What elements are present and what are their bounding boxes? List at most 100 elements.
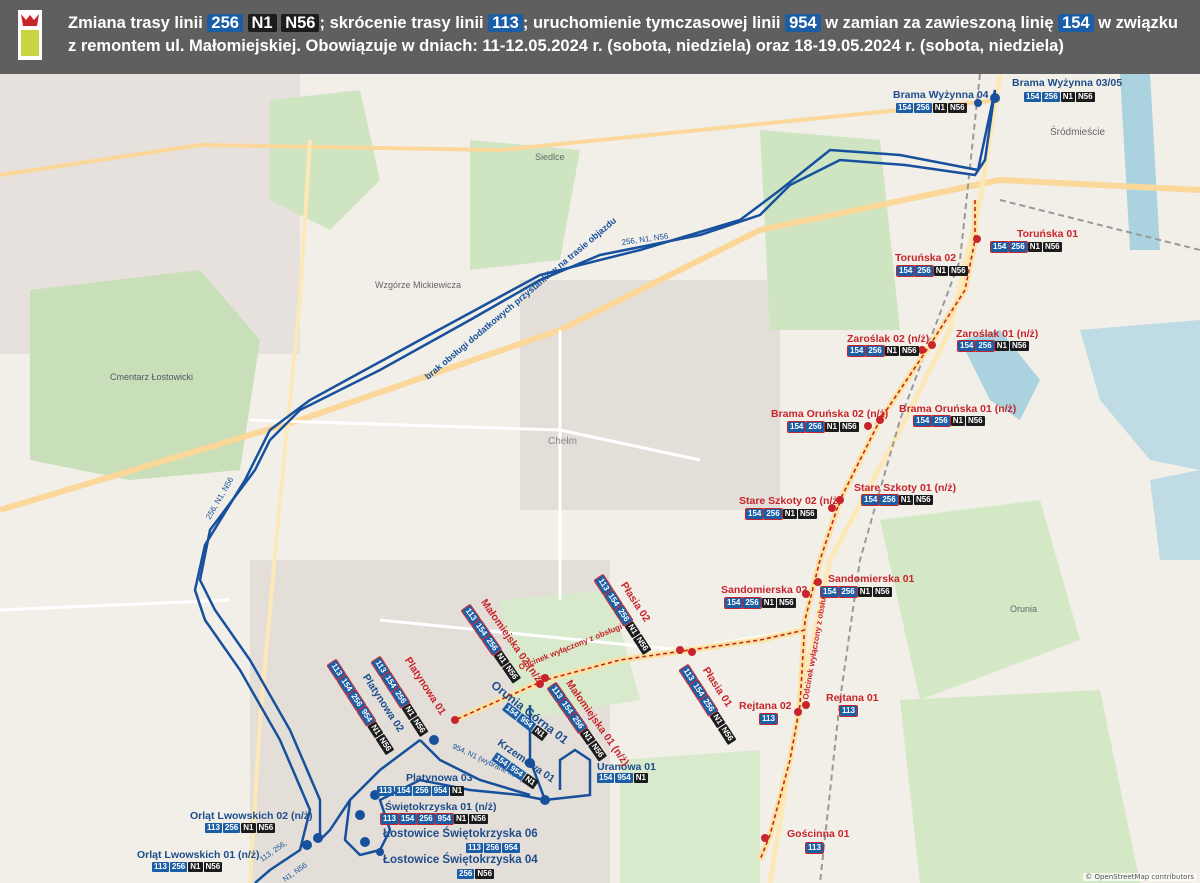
line-chip-256: 256 xyxy=(805,421,825,433)
stop-lostowice-06[interactable]: Łostowice Świętokrzyska 06 xyxy=(383,828,538,840)
line-chip-256: 256 xyxy=(914,265,934,277)
header-banner: Zmiana trasy linii 256 N1 N56; skrócenie… xyxy=(0,0,1200,74)
line-chip-113: 113 xyxy=(380,813,399,825)
line-chip-n1: N1 xyxy=(1060,92,1075,102)
line-chip-256: 256 xyxy=(914,103,932,113)
line-chip-954: 954 xyxy=(434,813,455,825)
line-chip-113: 113 xyxy=(466,843,483,853)
chips-rejtana-01: 113 xyxy=(839,705,858,717)
stop-orlat-02[interactable]: Orląt Lwowskich 02 (n/ż) xyxy=(190,810,313,822)
stop-rejtana-02[interactable]: Rejtana 02 xyxy=(739,700,792,712)
chips-brama-wyzynna-03-05: 154 256 N1 N56 xyxy=(1024,92,1095,102)
line-chip-n56: N56 xyxy=(469,814,488,824)
line-chip-113: 113 xyxy=(205,823,222,833)
line-chip-154: 154 xyxy=(397,813,418,825)
line-chip-113: 113 xyxy=(759,713,778,725)
chips-orlat-01: 113 256 N1 N56 xyxy=(152,862,223,872)
header-title-text: Zmiana trasy linii xyxy=(68,14,208,32)
chips-swietokrzyska-01: 113 154 256 954 N1 N56 xyxy=(380,813,488,825)
line-chip-154: 154 xyxy=(956,340,977,352)
chips-brama-orunska-01: 154 256 N1 N56 xyxy=(912,415,985,427)
stop-brama-orunska-02[interactable]: Brama Oruńska 02 (n/ż) xyxy=(771,408,888,420)
stop-sandomierska-02[interactable]: Sandomierska 02 xyxy=(721,584,807,596)
line-chip-n56: N56 xyxy=(776,598,796,608)
line-badge-154: 154 xyxy=(1058,14,1094,32)
line-chip-n56: N56 xyxy=(1042,242,1062,252)
line-chip-154: 154 xyxy=(819,586,840,598)
place-wzgorze: Wzgórze Mickiewicza xyxy=(375,280,461,290)
stop-lostowice-04[interactable]: Łostowice Świętokrzyska 04 xyxy=(383,854,538,866)
line-chip-256: 256 xyxy=(1008,241,1028,253)
stop-orlat-01[interactable]: Orląt Lwowskich 01 (n/ż) xyxy=(137,849,260,861)
line-chip-154: 154 xyxy=(1024,92,1042,102)
line-chip-154: 154 xyxy=(896,103,914,113)
line-chip-154: 154 xyxy=(597,773,615,783)
chips-brama-wyzynna-04: 154 256 N1 N56 xyxy=(896,103,967,113)
line-chip-954: 954 xyxy=(615,773,633,783)
line-chip-256: 256 xyxy=(742,597,762,609)
line-chip-256: 256 xyxy=(1042,92,1060,102)
header-title-text: w zamian za zawieszoną linię xyxy=(820,14,1059,32)
line-chip-154: 154 xyxy=(394,786,413,796)
line-chip-n56: N56 xyxy=(1009,341,1029,351)
line-chip-113: 113 xyxy=(805,842,824,854)
line-chip-n56: N56 xyxy=(899,346,919,356)
line-chip-n56: N56 xyxy=(948,266,968,276)
line-chip-n56: N56 xyxy=(1075,92,1095,102)
line-chip-154: 154 xyxy=(786,421,807,433)
line-chip-256: 256 xyxy=(416,813,436,825)
stop-brama-orunska-01[interactable]: Brama Oruńska 01 (n/ż) xyxy=(899,403,1016,415)
stop-swietokrzyska-01[interactable]: Świętokrzyska 01 (n/ż) xyxy=(385,801,496,813)
place-chelm: Chełm xyxy=(548,436,577,447)
line-chip-954: 954 xyxy=(502,843,520,853)
stop-torunska-01[interactable]: Toruńska 01 xyxy=(1017,228,1078,240)
line-chip-n1: N1 xyxy=(857,587,872,597)
line-chip-n56: N56 xyxy=(965,416,985,426)
gdansk-logo-icon xyxy=(18,10,42,60)
line-chip-n1: N1 xyxy=(994,341,1009,351)
line-chip-256: 256 xyxy=(879,494,899,506)
stop-sandomierska-01[interactable]: Sandomierska 01 xyxy=(828,573,914,585)
line-chip-154: 154 xyxy=(912,415,933,427)
place-cmentarz: Cmentarz Łostowicki xyxy=(110,372,193,382)
chips-rejtana-02: 113 xyxy=(759,713,778,725)
line-chip-256: 256 xyxy=(457,869,475,879)
line-chip-n1: N1 xyxy=(761,598,776,608)
stop-brama-wyzynna-03-05[interactable]: Brama Wyżynna 03/05 xyxy=(1012,77,1122,89)
header-title-text xyxy=(243,14,248,32)
line-chip-n56: N56 xyxy=(947,103,967,113)
line-chip-113: 113 xyxy=(377,786,394,796)
line-chip-113: 113 xyxy=(152,862,169,872)
line-chip-n56: N56 xyxy=(256,823,276,833)
line-chip-n1: N1 xyxy=(1027,242,1042,252)
line-chip-n56: N56 xyxy=(797,509,817,519)
line-chip-256: 256 xyxy=(483,843,502,853)
place-siedlce: Siedlce xyxy=(535,152,565,162)
chips-uranowa-01: 154 954 N1 xyxy=(597,773,648,783)
header-title-text: ; uruchomienie tymczasowej linii xyxy=(522,14,786,32)
stop-platynowa-03[interactable]: Platynowa 03 xyxy=(406,772,473,784)
stop-stare-szkoty-02[interactable]: Stare Szkoty 02 (n/ż) xyxy=(739,495,841,507)
stop-stare-szkoty-01[interactable]: Stare Szkoty 01 (n/ż) xyxy=(854,482,956,494)
line-badge-n1: N1 xyxy=(247,14,277,32)
header-title: Zmiana trasy linii 256 N1 N56; skrócenie… xyxy=(68,12,1178,58)
stop-rejtana-01[interactable]: Rejtana 01 xyxy=(826,692,879,704)
stop-zaroslak-01[interactable]: Zaroślak 01 (n/ż) xyxy=(956,328,1038,340)
line-chip-113: 113 xyxy=(839,705,858,717)
line-chip-154: 154 xyxy=(744,508,765,520)
chips-orlat-02: 113 256 N1 N56 xyxy=(205,823,276,833)
header-title-text: ; skrócenie trasy linii xyxy=(319,14,489,32)
line-chip-256: 256 xyxy=(931,415,951,427)
stop-torunska-02[interactable]: Toruńska 02 xyxy=(895,252,956,264)
line-chip-n56: N56 xyxy=(872,587,892,597)
chips-platynowa-03: 113 154 256 954 N1 xyxy=(377,786,465,796)
stop-goscinna-01[interactable]: Gościnna 01 xyxy=(787,828,849,840)
chips-sandomierska-02: 154 256 N1 N56 xyxy=(723,597,796,609)
place-orunia: Orunia xyxy=(1010,604,1037,614)
line-chip-n1: N1 xyxy=(782,509,797,519)
stop-zaroslak-02[interactable]: Zaroślak 02 (n/ż) xyxy=(847,333,929,345)
stop-brama-wyzynna-04[interactable]: Brama Wyżynna 04 xyxy=(893,89,989,101)
line-chip-154: 154 xyxy=(895,265,916,277)
line-badge-256: 256 xyxy=(207,14,243,32)
line-chip-154: 154 xyxy=(989,241,1010,253)
